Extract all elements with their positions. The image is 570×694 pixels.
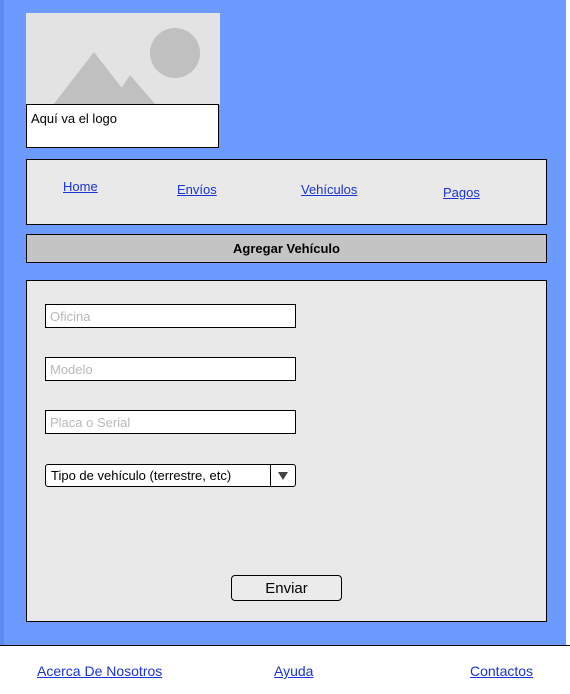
vehicle-type-select[interactable]: Tipo de vehículo (terrestre, etc) xyxy=(45,464,296,487)
section-title: Agregar Vehículo xyxy=(26,234,547,263)
vehicle-type-selected-value: Tipo de vehículo (terrestre, etc) xyxy=(51,468,232,483)
image-placeholder-icon xyxy=(53,28,200,105)
logo-placeholder-image xyxy=(26,13,220,105)
main-navigation: Home Envíos Vehículos Pagos xyxy=(26,159,547,225)
submit-button[interactable]: Enviar xyxy=(231,575,342,601)
select-divider xyxy=(270,465,271,486)
footer-link-help[interactable]: Ayuda xyxy=(274,663,313,679)
chevron-down-icon xyxy=(278,472,288,480)
footer: Acerca De Nosotros Ayuda Contactos xyxy=(0,645,570,694)
right-edge-divider xyxy=(566,0,570,694)
nav-link-pagos[interactable]: Pagos xyxy=(443,185,480,200)
modelo-input[interactable] xyxy=(45,357,296,381)
left-edge-divider xyxy=(0,0,4,645)
footer-link-contacts[interactable]: Contactos xyxy=(470,663,533,679)
nav-link-vehiculos[interactable]: Vehículos xyxy=(301,182,357,197)
logo-caption: Aquí va el logo xyxy=(26,104,219,148)
oficina-input[interactable] xyxy=(45,304,296,328)
nav-link-envios[interactable]: Envíos xyxy=(177,182,217,197)
nav-link-home[interactable]: Home xyxy=(63,179,98,194)
footer-link-about[interactable]: Acerca De Nosotros xyxy=(37,663,162,679)
add-vehicle-form: Tipo de vehículo (terrestre, etc) Enviar xyxy=(26,280,547,622)
placa-serial-input[interactable] xyxy=(45,410,296,434)
